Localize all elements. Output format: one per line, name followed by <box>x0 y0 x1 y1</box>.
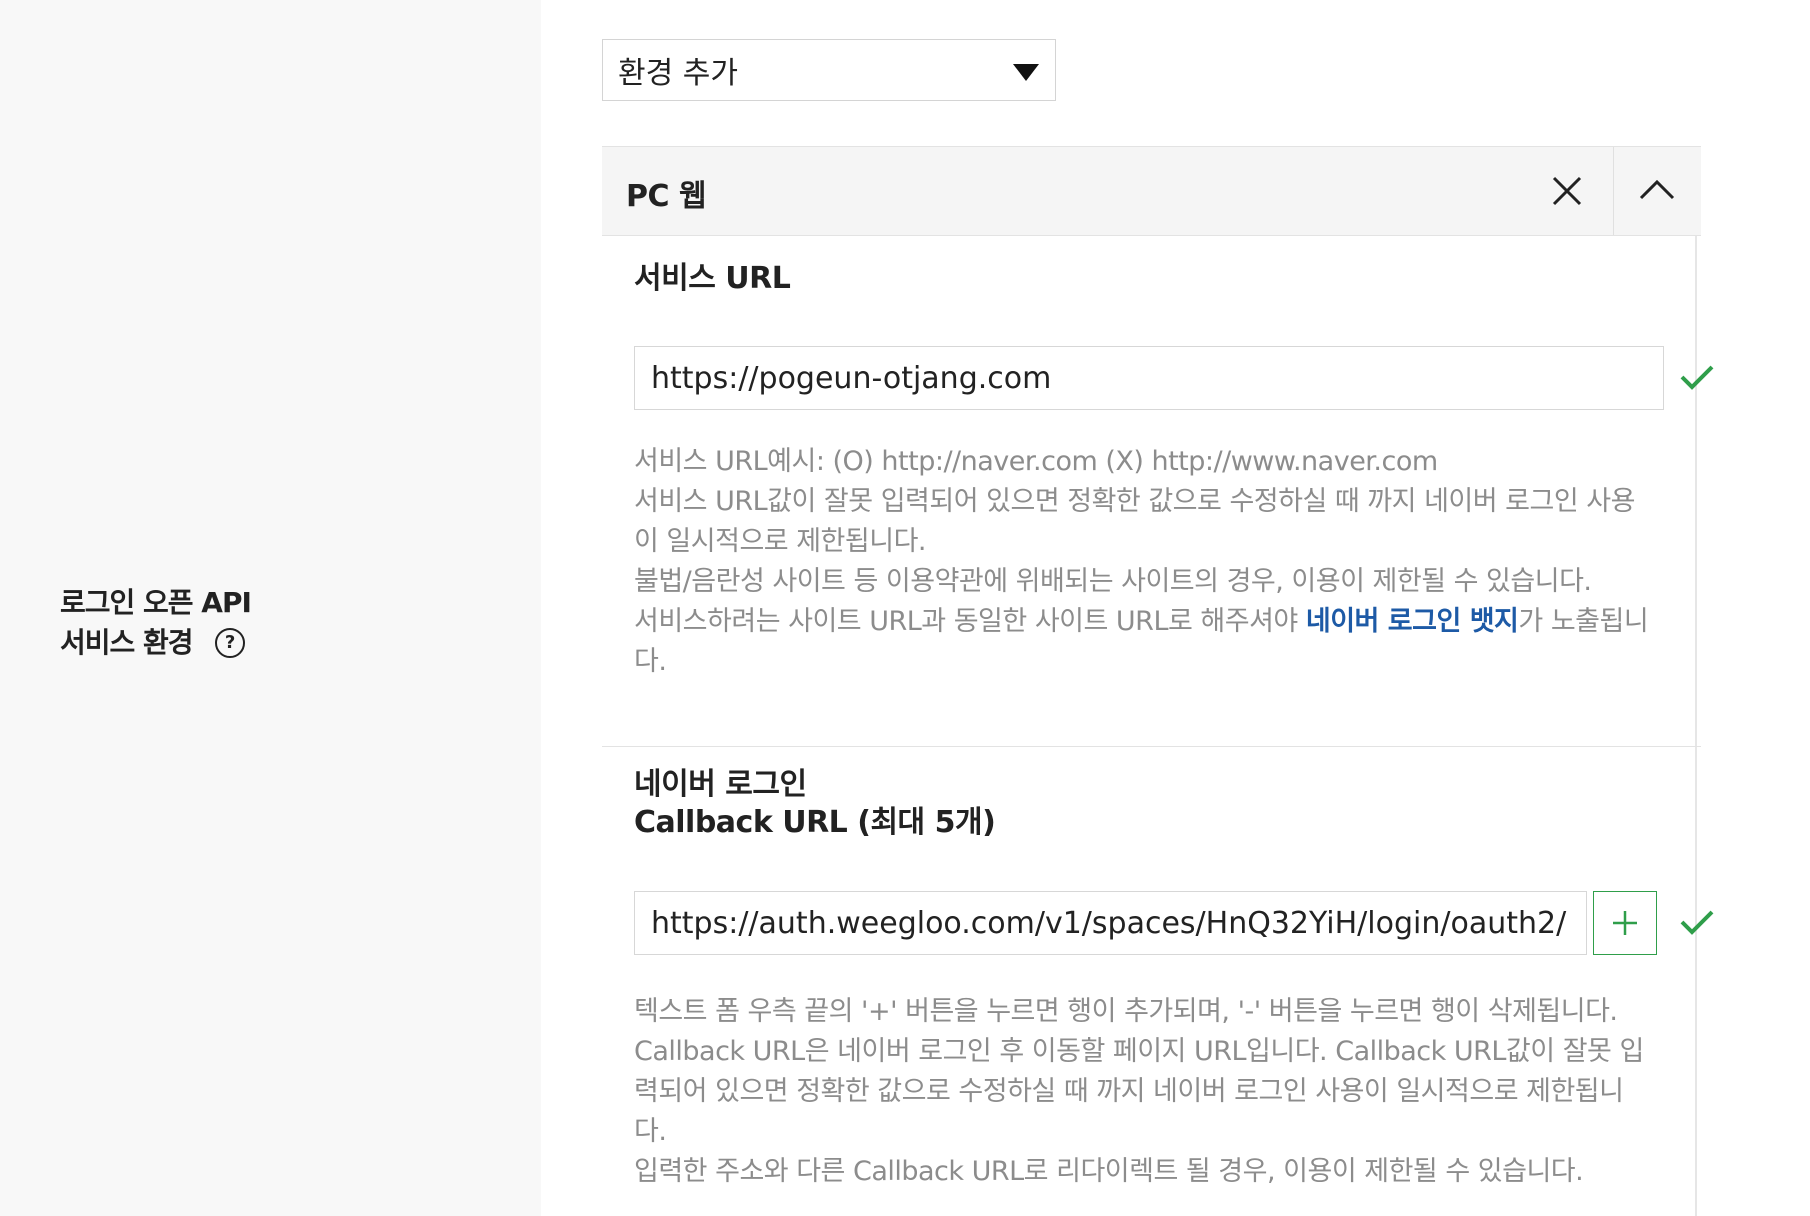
plus-icon <box>1613 911 1637 935</box>
header-divider <box>1613 147 1614 235</box>
section-divider <box>602 746 1701 747</box>
naver-login-badge-link[interactable]: 네이버 로그인 뱃지 <box>1306 606 1519 637</box>
badge-line-text: 서비스하려는 사이트 URL과 동일한 사이트 URL로 해주셔야 <box>634 606 1306 637</box>
environment-add-select[interactable]: 환경 추가 <box>602 39 1056 101</box>
service-url-title: 서비스 URL <box>634 261 791 296</box>
callback-url-help-line: 입력한 주소와 다른 Callback URL로 리다이렉트 될 경우, 이용이… <box>634 1156 1584 1187</box>
service-url-help-line: 불법/음란성 사이트 등 이용약관에 위배되는 사이트의 경우, 이용이 제한될… <box>634 566 1592 597</box>
help-question-icon[interactable]: ? <box>214 628 245 658</box>
check-icon <box>1680 365 1714 390</box>
service-url-help: 서비스 URL예시: (O) http://naver.com (X) http… <box>634 442 1649 682</box>
environment-card-header: PC 웹 <box>602 146 1701 236</box>
service-url-input[interactable]: https://pogeun-otjang.com <box>634 346 1664 410</box>
callback-url-help-line: Callback URL은 네이버 로그인 후 이동할 페이지 URL입니다. … <box>634 1036 1644 1067</box>
callback-url-title-line2: Callback URL (최대 5개) <box>634 805 996 840</box>
section-label-row2: 서비스 환경 ? <box>60 623 251 663</box>
add-callback-url-button[interactable] <box>1593 891 1657 955</box>
callback-url-help-line: 다. <box>634 1116 667 1147</box>
callback-url-title-line1: 네이버 로그인 <box>634 767 807 802</box>
section-label: 로그인 오픈 API 서비스 환경 ? <box>60 583 252 663</box>
callback-url-help-line: 텍스트 폼 우측 끝의 '+' 버튼을 누르면 행이 추가되며, '-' 버튼을… <box>634 996 1618 1027</box>
remove-environment-button[interactable] <box>1547 171 1587 211</box>
environment-card: PC 웹 서비스 URL https://pogeun-otjang.com 서… <box>602 146 1714 1216</box>
service-url-value: https://pogeun-otjang.com <box>651 360 1052 396</box>
chevron-up-icon <box>1639 179 1675 200</box>
section-label-line2: 서비스 환경 <box>60 626 194 659</box>
section-label-line1: 로그인 오픈 API <box>60 586 252 619</box>
sidebar-panel: 로그인 오픈 API 서비스 환경 ? <box>0 0 541 1216</box>
environment-add-select-value: 환경 추가 <box>618 56 738 91</box>
caret-down-icon <box>1013 64 1039 81</box>
callback-url-help: 텍스트 폼 우측 끝의 '+' 버튼을 누르면 행이 추가되며, '-' 버튼을… <box>634 992 1644 1192</box>
callback-url-input[interactable]: https://auth.weegloo.com/v1/spaces/HnQ32… <box>634 891 1587 955</box>
collapse-environment-button[interactable] <box>1636 169 1678 211</box>
check-icon <box>1680 910 1714 935</box>
service-url-help-line: 서비스 URL예시: (O) http://naver.com (X) http… <box>634 446 1438 477</box>
badge-line-text-after: 가 노출됩니 <box>1518 606 1649 637</box>
close-icon <box>1552 176 1582 206</box>
service-url-help-line: 이 일시적으로 제한됩니다. <box>634 526 927 557</box>
callback-url-help-line: 력되어 있으면 정확한 값으로 수정하실 때 까지 네이버 로그인 사용이 일시… <box>634 1076 1624 1107</box>
environment-title: PC 웹 <box>626 179 707 214</box>
service-url-help-line: 다. <box>634 646 667 677</box>
service-url-help-line: 서비스 URL값이 잘못 입력되어 있으면 정확한 값으로 수정하실 때 까지 … <box>634 486 1635 517</box>
callback-url-title: 네이버 로그인 Callback URL (최대 5개) <box>634 766 996 842</box>
callback-url-value: https://auth.weegloo.com/v1/spaces/HnQ32… <box>651 905 1567 941</box>
service-url-help-badge-line: 서비스하려는 사이트 URL과 동일한 사이트 URL로 해주셔야 네이버 로그… <box>634 602 1649 642</box>
